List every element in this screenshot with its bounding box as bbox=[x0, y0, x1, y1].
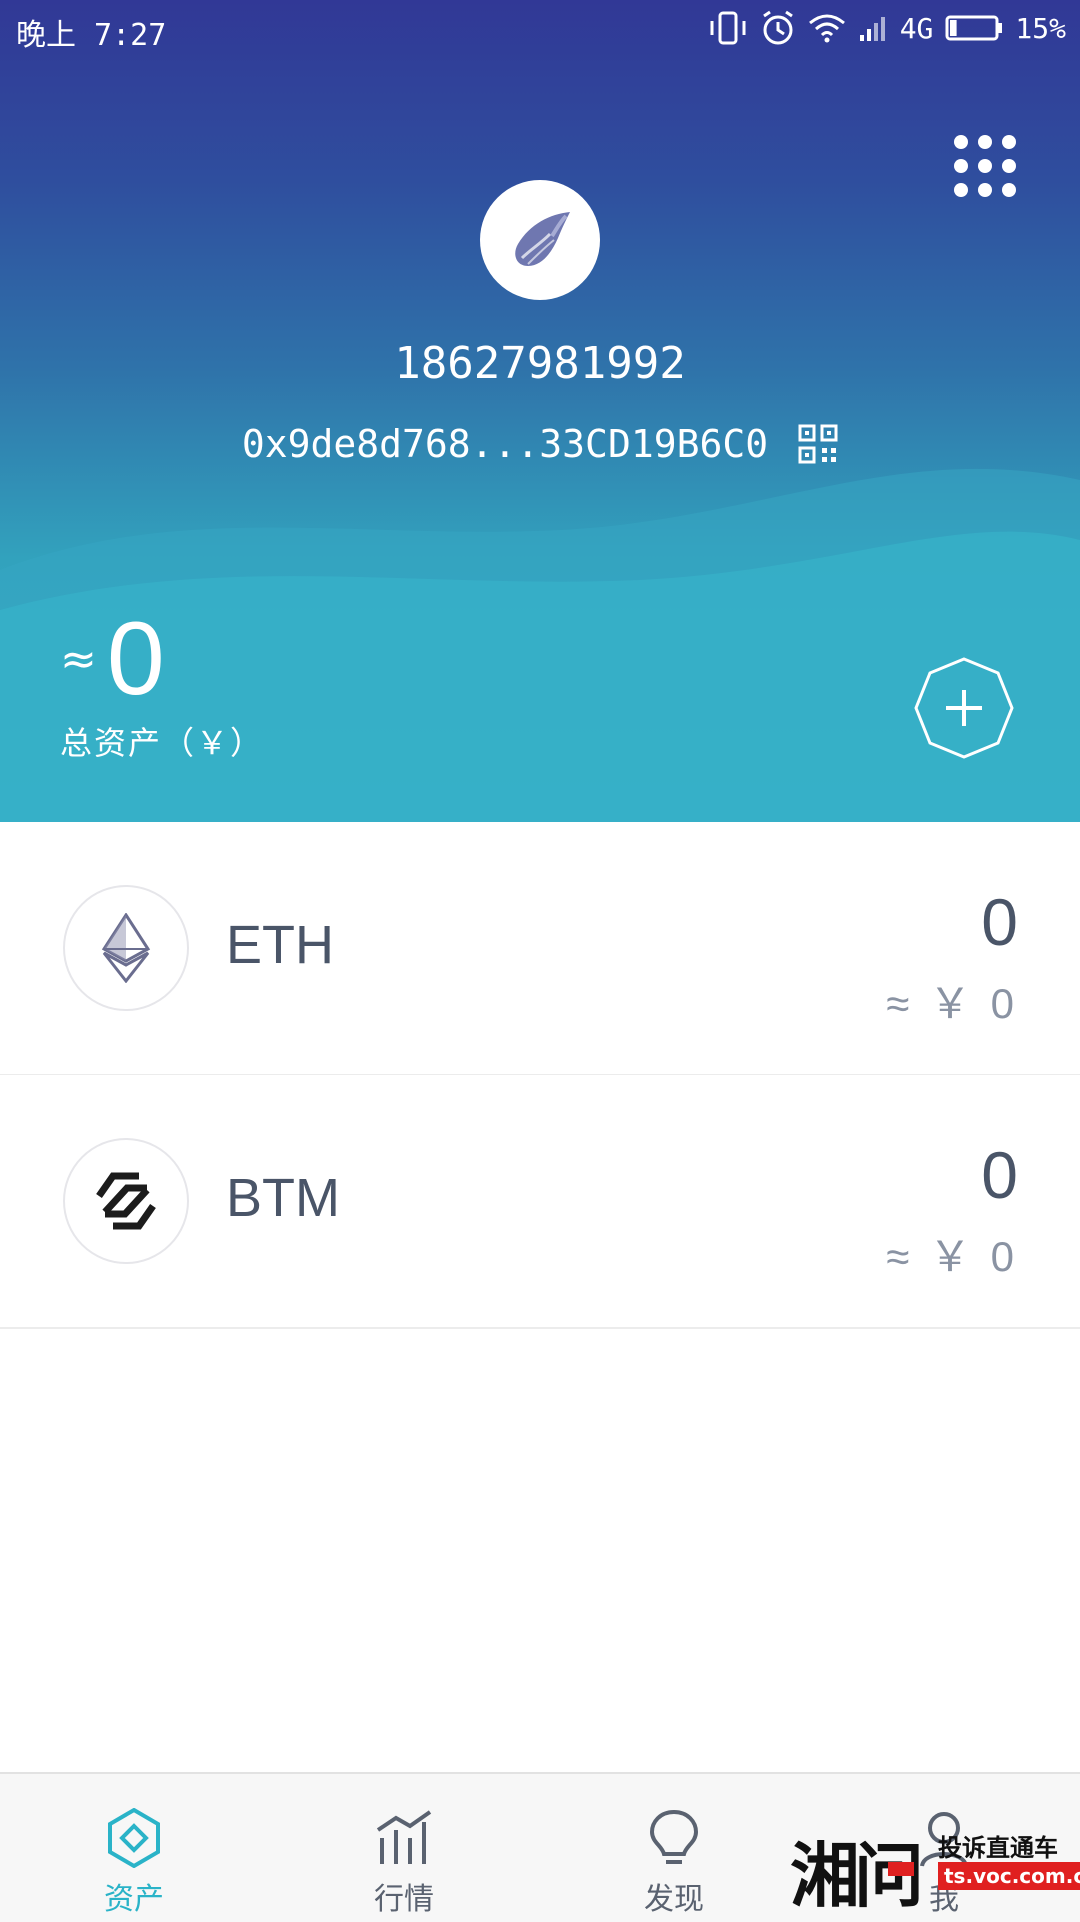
asset-symbol: BTM bbox=[226, 1168, 340, 1228]
asset-amount: 0 bbox=[981, 885, 1018, 959]
tab-market[interactable]: 行情 bbox=[324, 1774, 484, 1922]
vibrate-icon bbox=[710, 11, 746, 45]
wallet-header: 晚上 7:27 4G 15% 18627981992 0x9de8d768...… bbox=[0, 0, 1080, 822]
tab-label: 行情 bbox=[374, 1882, 434, 1917]
watermark-line2: ts.voc.com.cn bbox=[938, 1862, 1080, 1890]
address-row: 0x9de8d768...33CD19B6C0 bbox=[0, 422, 1080, 466]
battery-percent: 15% bbox=[1015, 11, 1066, 45]
apps-grid-icon[interactable] bbox=[952, 133, 1018, 199]
asset-symbol: ETH bbox=[226, 915, 334, 975]
status-bar: 晚上 7:27 4G 15% bbox=[0, 0, 1080, 60]
btm-icon bbox=[63, 1138, 189, 1264]
wallet-address[interactable]: 0x9de8d768...33CD19B6C0 bbox=[242, 422, 768, 466]
market-chart-icon bbox=[376, 1810, 432, 1864]
wifi-icon bbox=[808, 14, 845, 43]
watermark: 湘问 投诉直通车 ts.voc.com.cn bbox=[790, 1818, 1080, 1920]
asset-row-btm[interactable]: BTM 0 ≈ ￥ 0 bbox=[0, 1075, 1080, 1329]
wallet-phone: 18627981992 bbox=[394, 338, 686, 389]
tab-assets[interactable]: 资产 bbox=[54, 1774, 214, 1922]
approx-symbol: ≈ bbox=[60, 634, 97, 685]
watermark-line1: 投诉直通车 bbox=[938, 1834, 1058, 1862]
alarm-icon bbox=[762, 10, 793, 45]
asset-fiat-value: ≈ ￥ 0 bbox=[886, 1233, 1018, 1280]
total-assets: ≈0 bbox=[60, 600, 165, 719]
total-value: 0 bbox=[106, 601, 165, 717]
status-time: 晚上 7:27 bbox=[16, 18, 167, 53]
add-asset-button[interactable] bbox=[912, 656, 1016, 760]
assets-icon bbox=[108, 1808, 160, 1868]
avatar[interactable] bbox=[480, 180, 600, 300]
tab-label: 资产 bbox=[104, 1882, 164, 1917]
tab-label: 发现 bbox=[644, 1882, 704, 1917]
lightbulb-icon bbox=[649, 1809, 699, 1864]
conch-shell-icon bbox=[515, 212, 570, 266]
tab-discover[interactable]: 发现 bbox=[594, 1774, 754, 1922]
asset-row-eth[interactable]: ETH 0 ≈ ￥ 0 bbox=[0, 822, 1080, 1076]
network-type: 4G bbox=[899, 11, 934, 45]
asset-amount: 0 bbox=[981, 1138, 1018, 1212]
asset-fiat-value: ≈ ￥ 0 bbox=[886, 980, 1018, 1027]
qr-code-icon[interactable] bbox=[798, 424, 838, 464]
total-assets-label: 总资产（￥） bbox=[60, 724, 265, 762]
signal-icon bbox=[859, 17, 885, 41]
watermark-red-mark bbox=[888, 1862, 914, 1876]
battery-icon bbox=[945, 15, 1003, 41]
eth-icon bbox=[63, 885, 189, 1011]
